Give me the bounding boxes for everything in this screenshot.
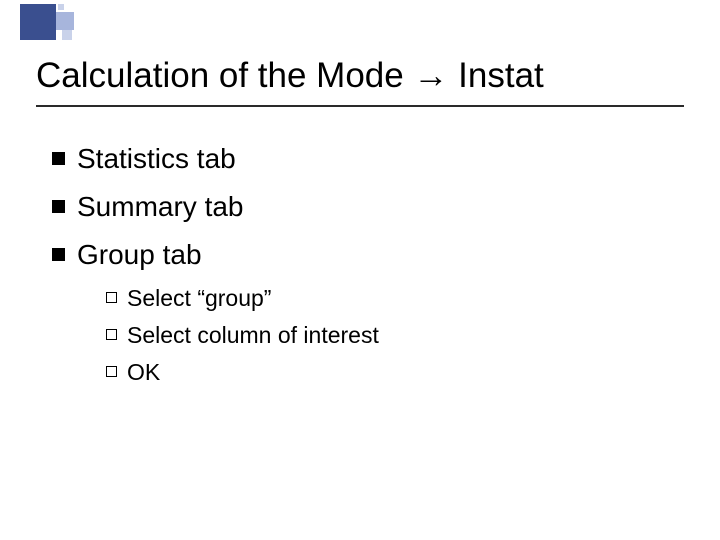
hollow-square-bullet-icon: [106, 292, 117, 303]
list-item-label: Group tab: [77, 236, 202, 274]
slide: Calculation of the Mode → Instat Statist…: [0, 0, 720, 540]
list-item: OK: [106, 357, 680, 388]
decorative-square-icon: [58, 4, 64, 10]
title-prefix: Calculation of the Mode: [36, 56, 413, 95]
decorative-square-icon: [62, 30, 72, 40]
list-item-label: Select “group”: [127, 283, 271, 314]
list-item: Statistics tab: [52, 140, 680, 178]
hollow-square-bullet-icon: [106, 366, 117, 377]
list-item-label: Statistics tab: [77, 140, 236, 178]
title-underline: [36, 105, 684, 107]
list-item: Select column of interest: [106, 320, 680, 351]
list-item: Select “group”: [106, 283, 680, 314]
filled-square-bullet-icon: [52, 200, 65, 213]
title-suffix: Instat: [448, 56, 543, 95]
arrow-right-icon: →: [413, 55, 448, 97]
list-item-label: OK: [127, 357, 160, 388]
list-item: Group tab: [52, 236, 680, 274]
list-item: Summary tab: [52, 188, 680, 226]
slide-title: Calculation of the Mode → Instat: [36, 55, 684, 97]
list-item-label: Summary tab: [77, 188, 244, 226]
decorative-square-icon: [20, 4, 56, 40]
sub-list: Select “group” Select column of interest…: [106, 283, 680, 388]
decorative-corner: [0, 0, 78, 40]
filled-square-bullet-icon: [52, 248, 65, 261]
list-item-label: Select column of interest: [127, 320, 379, 351]
slide-body: Statistics tab Summary tab Group tab Sel…: [52, 140, 680, 395]
hollow-square-bullet-icon: [106, 329, 117, 340]
decorative-square-icon: [56, 12, 74, 30]
filled-square-bullet-icon: [52, 152, 65, 165]
